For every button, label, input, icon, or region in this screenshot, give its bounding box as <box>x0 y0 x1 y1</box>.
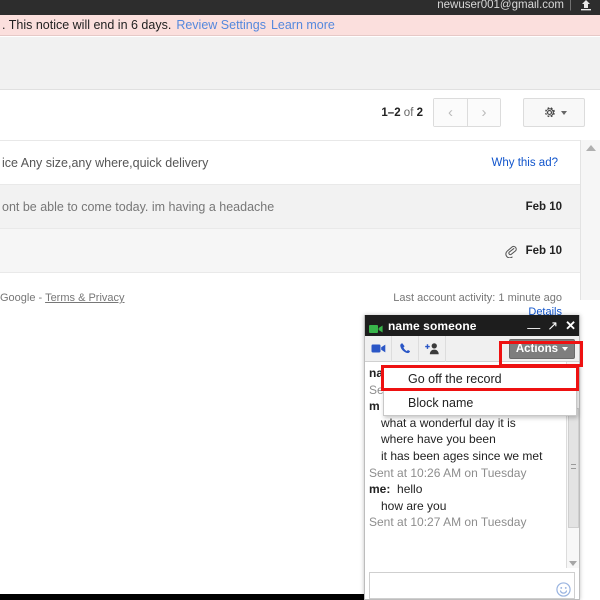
account-email[interactable]: newuser001@gmail.com <box>437 0 564 13</box>
chevron-down-icon <box>562 347 568 351</box>
row-snippet: ont be able to come today. im having a h… <box>2 199 275 214</box>
actions-button[interactable]: Actions <box>508 339 575 359</box>
notice-prefix: . <box>2 18 6 32</box>
footer-left: Google - Terms & Privacy <box>0 292 125 304</box>
table-row[interactable]: ont be able to come today. im having a h… <box>0 185 580 229</box>
gmail-page: newuser001@gmail.com | . This notice wil… <box>0 0 600 600</box>
account-topbar: newuser001@gmail.com | <box>0 0 600 15</box>
chat-window: name someone — ↗ ✕ Actions na Se m what … <box>364 315 580 600</box>
message-text: what a wonderful day it is <box>381 415 516 430</box>
why-this-ad-link[interactable]: Why this ad? <box>492 157 558 169</box>
list-item: what a wonderful day it is <box>369 415 579 432</box>
message-timestamp: Sent at 10:26 AM on Tuesday <box>369 465 527 480</box>
pagination-controls: 1–2 of 2 ‹ › <box>381 98 585 127</box>
settings-gear-button[interactable] <box>523 98 585 127</box>
bottom-black-strip <box>0 594 364 600</box>
list-item: me: hello <box>369 481 579 498</box>
content-scrollbar[interactable] <box>580 140 600 300</box>
page-of: of <box>403 106 414 119</box>
pagination-nav-group: ‹ › <box>433 98 501 127</box>
message-text: hello <box>397 482 423 497</box>
list-item: how are you <box>369 498 579 515</box>
toolbar-strip <box>0 37 600 90</box>
google-label: Google - <box>0 292 43 304</box>
chat-header: name someone — ↗ ✕ <box>365 315 579 336</box>
notice-text: This notice will end in 6 days. <box>8 18 172 32</box>
row-date: Feb 10 <box>525 200 562 213</box>
scroll-up-icon[interactable] <box>586 145 596 151</box>
popout-icon[interactable]: ↗ <box>547 319 558 332</box>
review-settings-link[interactable]: Review Settings <box>176 18 266 32</box>
attachment-icon <box>504 244 518 258</box>
list-item: where have you been <box>369 431 579 448</box>
actions-label: Actions <box>515 343 558 355</box>
video-camera-icon <box>369 321 383 333</box>
page-total: 2 <box>416 106 423 119</box>
chevron-down-icon <box>560 110 567 115</box>
menu-item-block-name[interactable]: Block name <box>384 391 576 415</box>
chat-window-controls: — ↗ ✕ <box>527 315 576 336</box>
chat-scrollbar-thumb[interactable] <box>568 408 579 528</box>
message-sender: m <box>369 399 380 414</box>
scroll-down-icon[interactable] <box>569 561 577 566</box>
message-text: where have you been <box>381 432 496 447</box>
list-item: it has been ages since we met <box>369 448 579 465</box>
close-icon[interactable]: ✕ <box>565 319 576 332</box>
last-account-activity: Last account activity: 1 minute ago <box>393 292 562 304</box>
message-sender: na <box>369 366 384 380</box>
gear-icon <box>542 105 557 120</box>
add-person-icon[interactable] <box>419 335 446 362</box>
smiley-icon[interactable] <box>556 582 571 597</box>
bell-icon[interactable] <box>578 0 594 13</box>
previous-page-button[interactable]: ‹ <box>434 99 467 126</box>
learn-more-link[interactable]: Learn more <box>271 18 335 32</box>
phone-call-icon[interactable] <box>392 335 419 362</box>
topbar-separator: | <box>569 0 572 11</box>
message-text: how are you <box>381 498 447 513</box>
mail-list: ice Any size,any where,quick delivery Wh… <box>0 140 580 285</box>
message-text: it has been ages since we met <box>381 448 543 463</box>
row-snippet: ice Any size,any where,quick delivery <box>2 155 209 170</box>
message-sender: me: <box>369 482 391 497</box>
pagination-row: 1–2 of 2 ‹ › <box>0 90 600 140</box>
scrollbar-grip-icon <box>571 464 576 469</box>
next-page-button[interactable]: › <box>467 99 500 126</box>
actions-dropdown-menu: Go off the record Block name <box>383 366 577 416</box>
message-text: Se <box>369 382 384 397</box>
chat-input-area <box>365 568 579 599</box>
notice-bar: . This notice will end in 6 days. Review … <box>0 15 600 36</box>
table-row[interactable]: Feb 10 <box>0 229 580 273</box>
table-row[interactable]: ice Any size,any where,quick delivery Wh… <box>0 141 580 185</box>
terms-privacy-link[interactable]: Terms & Privacy <box>45 292 124 304</box>
page-range: 1–2 <box>381 106 401 119</box>
page-count: 1–2 of 2 <box>381 107 423 119</box>
video-call-icon[interactable] <box>365 335 392 362</box>
chat-toolbar: Actions <box>365 335 579 362</box>
message-timestamp: Sent at 10:27 AM on Tuesday <box>369 515 527 530</box>
chat-title: name someone <box>388 318 477 333</box>
minimize-icon[interactable]: — <box>527 321 540 334</box>
row-date: Feb 10 <box>525 244 562 257</box>
menu-item-go-off-the-record[interactable]: Go off the record <box>384 367 576 391</box>
chat-input[interactable] <box>369 572 575 599</box>
